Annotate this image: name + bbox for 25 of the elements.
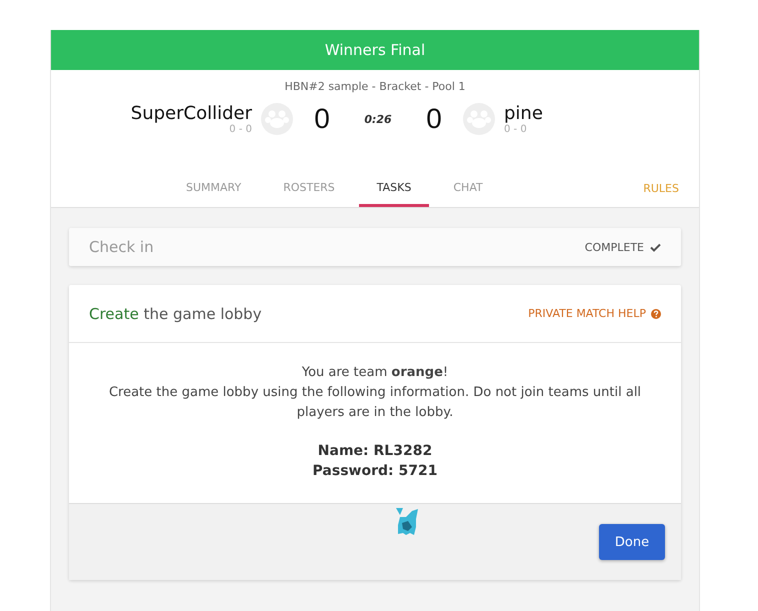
lobby-password: Password: 5721: [312, 462, 438, 481]
tab[interactable]: CHAT: [435, 179, 501, 207]
team-name: SuperCollider: [130, 103, 252, 124]
match-timer: 0:26: [363, 112, 393, 126]
task-title: Create the game lobby: [89, 304, 262, 322]
team-score: 0: [425, 103, 443, 135]
tab[interactable]: TASKS: [358, 179, 430, 207]
rules-link[interactable]: RULES: [643, 179, 679, 207]
task-title: Check in: [89, 238, 154, 256]
team-record: 0 - 0: [504, 124, 527, 135]
done-button[interactable]: Done: [599, 524, 665, 560]
instructions-text: Create the game lobby using the following information. Do not join teams until all players are in the lobby.: [108, 384, 642, 422]
tab[interactable]: ROSTERS: [265, 179, 353, 207]
match-subtitle: HBN#2 sample - Bracket - Pool 1: [284, 79, 466, 93]
help-link[interactable]: PRIVATE MATCH HELP: [528, 307, 661, 320]
team-record: 0 - 0: [229, 124, 252, 135]
team-assignment-text: You are team orange!: [300, 364, 450, 382]
help-icon: [651, 308, 661, 318]
lobby-name: Name: RL3282: [316, 442, 434, 461]
team-name: pine: [504, 103, 543, 124]
match-title: Winners Final: [324, 41, 426, 59]
creature-sprite-icon: [394, 507, 420, 537]
team-score: 0: [313, 103, 331, 135]
task-status: COMPLETE: [584, 240, 644, 254]
tab[interactable]: SUMMARY: [168, 179, 260, 207]
